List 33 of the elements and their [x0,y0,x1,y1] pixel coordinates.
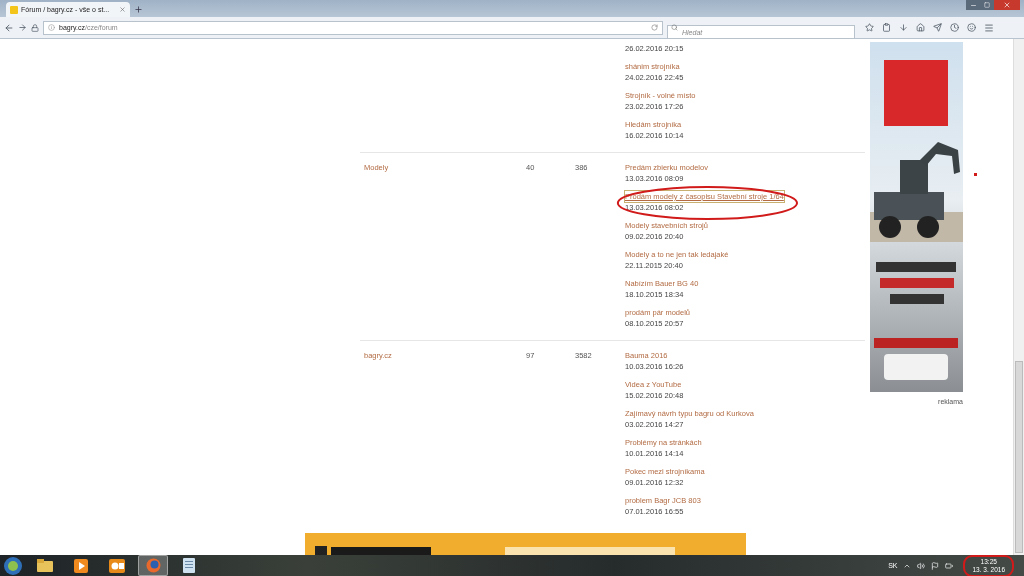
maximize-icon [984,2,990,8]
new-tab-icon[interactable] [134,5,143,14]
globe-fox-icon [145,558,161,573]
close-button[interactable] [994,0,1020,10]
folder-icon [37,559,53,572]
speaker-icon[interactable] [917,561,926,570]
notepad-icon [183,558,195,573]
close-icon [1003,1,1011,9]
lock-icon [31,23,39,32]
search-icon [671,23,678,31]
menu-icon[interactable] [984,22,994,33]
site-icon [10,5,18,14]
scrollbar-thumb[interactable] [1015,361,1023,553]
home-icon[interactable] [916,22,925,33]
clock-icon[interactable] [950,22,959,33]
battery-icon[interactable] [945,561,954,570]
info-icon [48,24,55,31]
maximize-button[interactable] [980,0,994,10]
mail-app-icon [109,558,125,573]
clipboard-icon[interactable] [882,22,891,33]
star-icon[interactable] [865,22,874,33]
smiley-icon[interactable] [967,22,976,33]
close-icon[interactable] [119,6,126,13]
flag-icon[interactable] [931,561,940,570]
send-icon[interactable] [933,22,942,33]
play-icon [74,558,88,573]
minimize-button[interactable] [966,0,980,10]
start-button[interactable] [2,555,24,576]
download-icon[interactable] [899,22,908,33]
forward-icon[interactable] [18,23,27,32]
reload-icon[interactable] [651,24,658,31]
scrollbar[interactable] [1013,39,1024,555]
back-icon[interactable] [4,22,14,33]
